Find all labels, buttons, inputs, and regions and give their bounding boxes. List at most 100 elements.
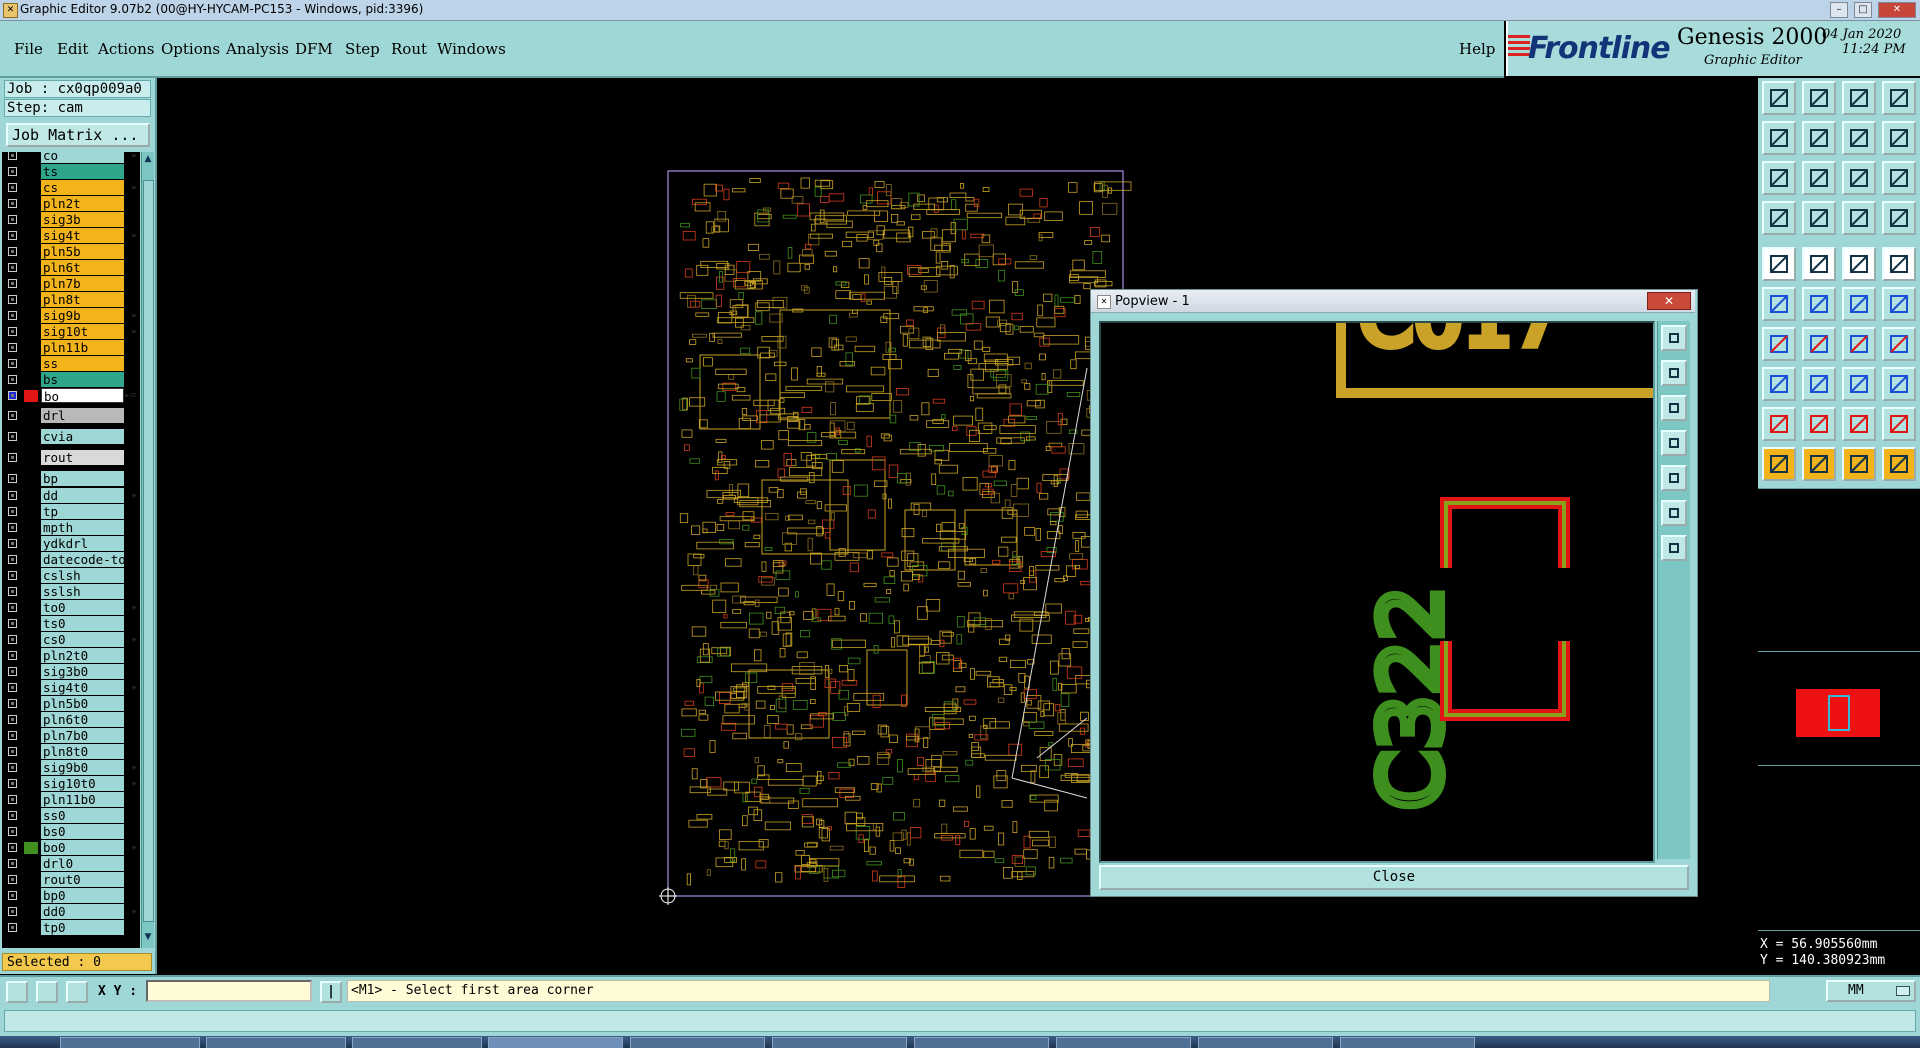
layer-name[interactable]: to0 [41, 600, 124, 615]
overview-minimap[interactable] [1758, 488, 1920, 929]
layer-checkbox[interactable] [8, 779, 17, 788]
layer-color-swatch[interactable] [24, 538, 38, 550]
taskbar-item[interactable] [914, 1037, 1049, 1048]
layer-checkbox[interactable] [8, 699, 17, 708]
layer-color-swatch[interactable] [24, 390, 38, 402]
layer-color-swatch[interactable] [24, 586, 38, 598]
layer-name[interactable]: pln5b0 [41, 696, 124, 711]
layer-name[interactable]: bp [41, 471, 124, 486]
layer-checkbox[interactable] [8, 453, 17, 462]
layer-name[interactable]: tp [41, 504, 124, 519]
layer-row-dd[interactable]: dd ▸ [2, 488, 140, 504]
rotate-icon[interactable] [1842, 327, 1876, 361]
popview-zoom-in-icon[interactable] [1661, 360, 1687, 386]
layer-color-swatch[interactable] [24, 666, 38, 678]
grid-icon[interactable] [66, 981, 88, 1003]
layer-checkbox[interactable] [8, 507, 17, 516]
layer-checkbox[interactable] [8, 875, 17, 884]
layer-checkbox[interactable] [8, 715, 17, 724]
layer-row-cslsh[interactable]: cslsh [2, 568, 140, 584]
measure-mode-icon[interactable] [36, 981, 58, 1003]
layer-color-swatch[interactable] [24, 152, 38, 162]
circle-icon[interactable] [1882, 247, 1916, 281]
layer-color-swatch[interactable] [24, 490, 38, 502]
minimize-button[interactable]: – [1830, 2, 1848, 18]
line-icon[interactable] [1802, 247, 1836, 281]
popview-viewport[interactable]: C017 C322 [1099, 321, 1655, 863]
layer-name[interactable]: ts0 [41, 616, 124, 631]
triangle-line-icon[interactable] [1882, 407, 1916, 441]
layer-checkbox[interactable] [8, 843, 17, 852]
layer-color-swatch[interactable] [24, 570, 38, 582]
layer-color-swatch[interactable] [24, 506, 38, 518]
layer-name[interactable]: ss [41, 356, 124, 371]
layer-row-ss[interactable]: ss [2, 356, 140, 372]
layer-row-pln11b[interactable]: pln11b [2, 340, 140, 356]
snap-mode-icon[interactable] [6, 981, 28, 1003]
layer-row-sig3b[interactable]: sig3b [2, 212, 140, 228]
layer-row-bs0[interactable]: bs0 [2, 824, 140, 840]
layer-color-swatch[interactable] [24, 858, 38, 870]
layer-row-cvia[interactable]: cvia [2, 429, 140, 445]
layer-row-sslsh[interactable]: sslsh [2, 584, 140, 600]
layer-checkbox[interactable] [8, 731, 17, 740]
layer-checkbox[interactable] [8, 411, 17, 420]
layer-checkbox[interactable] [8, 247, 17, 256]
layer-name[interactable]: bp0 [41, 888, 124, 903]
layer-row-sig10t[interactable]: sig10t ▸ [2, 324, 140, 340]
layer-row-rout[interactable]: rout [2, 450, 140, 466]
connect-icon[interactable] [1842, 287, 1876, 321]
layer-checkbox[interactable] [8, 683, 17, 692]
layer-row-datecode-to[interactable]: datecode-to [2, 552, 140, 568]
layer-checkbox[interactable] [8, 432, 17, 441]
taskbar-item[interactable] [488, 1037, 623, 1048]
layer-checkbox[interactable] [8, 555, 17, 564]
layer-row-pln8t[interactable]: pln8t [2, 292, 140, 308]
layer-name[interactable]: bo [41, 388, 124, 403]
layer-color-swatch[interactable] [24, 698, 38, 710]
layer-checkbox[interactable] [8, 763, 17, 772]
layer-row-drl[interactable]: drl [2, 408, 140, 424]
layer-color-swatch[interactable] [24, 794, 38, 806]
layer-color-swatch[interactable] [24, 890, 38, 902]
layer-checkbox[interactable] [8, 391, 17, 400]
pointer-drag-icon[interactable] [1882, 447, 1916, 481]
layer-name[interactable]: drl [41, 408, 124, 423]
layer-name[interactable]: pln8t0 [41, 744, 124, 759]
menu-options[interactable]: Options [161, 40, 220, 58]
layer-name[interactable]: sig9b0 [41, 760, 124, 775]
layer-color-swatch[interactable] [24, 214, 38, 226]
group-icon[interactable] [1882, 367, 1916, 401]
units-select[interactable]: MM [1826, 980, 1916, 1002]
zoom-in-icon[interactable] [1762, 121, 1796, 155]
layer-list-scrollbar[interactable]: ▲ ▼ [141, 152, 154, 948]
layer-name[interactable]: drl0 [41, 856, 124, 871]
snap-icon[interactable] [1762, 201, 1796, 235]
layer-checkbox[interactable] [8, 311, 17, 320]
help-icon[interactable] [1882, 161, 1916, 195]
menu-help[interactable]: Help [1459, 40, 1495, 58]
layer-name[interactable]: pln5b [41, 244, 124, 259]
layer-color-swatch[interactable] [24, 278, 38, 290]
layer-name[interactable]: cvia [41, 429, 124, 444]
layer-row-pln6t0[interactable]: pln6t0 [2, 712, 140, 728]
popview-pan-left-icon[interactable] [1661, 430, 1687, 456]
taskbar-item[interactable] [1198, 1037, 1333, 1048]
layer-name[interactable]: co [41, 152, 124, 163]
layer-row-ts[interactable]: ts [2, 164, 140, 180]
layer-color-swatch[interactable] [24, 431, 38, 443]
layer-row-tp0[interactable]: tp0 [2, 920, 140, 936]
layer-color-swatch[interactable] [24, 410, 38, 422]
layer-name[interactable]: bo0 [41, 840, 124, 855]
layer-checkbox[interactable] [8, 343, 17, 352]
menu-actions[interactable]: Actions [98, 40, 154, 58]
layer-color-swatch[interactable] [24, 682, 38, 694]
layer-color-swatch[interactable] [24, 906, 38, 918]
layer-name[interactable]: tp0 [41, 920, 124, 935]
triangle-alt-icon[interactable] [1802, 407, 1836, 441]
layer-checkbox[interactable] [8, 891, 17, 900]
layer-row-ts0[interactable]: ts0 [2, 616, 140, 632]
taskbar-item[interactable] [352, 1037, 482, 1048]
layer-name[interactable]: pln2t0 [41, 648, 124, 663]
layer-color-swatch[interactable] [24, 874, 38, 886]
